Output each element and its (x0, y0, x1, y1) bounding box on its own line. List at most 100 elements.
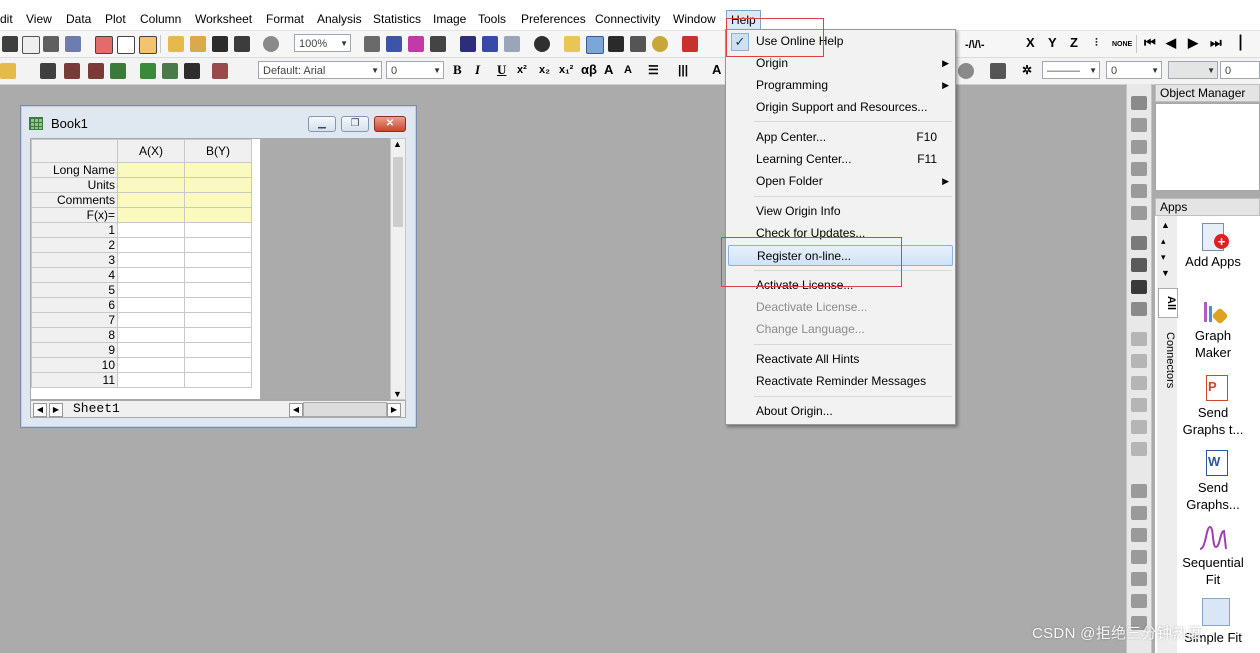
circle-tool-icon[interactable] (1131, 398, 1147, 412)
cell[interactable] (184, 222, 252, 238)
cell[interactable] (117, 342, 185, 358)
scroll-thumb[interactable] (393, 157, 403, 227)
pattern-select[interactable]: ▼ (1168, 61, 1218, 79)
next-sheet-icon[interactable]: ▶ (49, 403, 63, 417)
bold-button[interactable]: B (453, 62, 462, 78)
row-number[interactable]: 3 (31, 252, 118, 268)
fill-icon[interactable] (110, 63, 126, 79)
horizontal-scrollbar[interactable] (303, 402, 387, 417)
row-number[interactable]: 11 (31, 372, 118, 388)
vertical-scrollbar[interactable]: ▲ ▼ (390, 138, 406, 400)
row-label-comments[interactable]: Comments (31, 192, 118, 208)
script-window-icon[interactable] (630, 36, 646, 52)
app-send-graphs-ppt[interactable]: P Send Graphs t... (1177, 373, 1249, 438)
arrow-tool-icon[interactable] (1131, 354, 1147, 368)
fill-color-icon[interactable] (958, 63, 974, 79)
scroll-right-icon[interactable]: ▶ (387, 403, 401, 417)
cell[interactable] (117, 222, 185, 238)
worksheet-icon[interactable] (608, 36, 624, 52)
scroll-left-icon[interactable]: ◀ (289, 403, 303, 417)
menu-item-reactivate-hints[interactable]: Reactivate All Hints (726, 349, 955, 370)
axis-tool-icon[interactable] (1131, 162, 1147, 176)
app-add-apps[interactable]: + Add Apps (1177, 222, 1249, 270)
bug-icon[interactable]: ✲ (1022, 62, 1032, 78)
cell[interactable] (117, 327, 185, 343)
set-xy-icon[interactable] (140, 63, 156, 79)
prev-sheet-icon[interactable]: ◀ (33, 403, 47, 417)
symbol-size-select[interactable]: 0 (1220, 61, 1260, 79)
hierarchy-icon[interactable] (534, 36, 550, 52)
menu-item-support-resources[interactable]: Origin Support and Resources... (726, 97, 955, 118)
duplicate-icon[interactable] (408, 36, 424, 52)
menu-item-view-origin-info[interactable]: View Origin Info (726, 201, 955, 222)
book1-window[interactable]: Book1 ▁ ❐ ✕ A(X) B(Y) Long Name Units Co… (20, 105, 417, 428)
menu-worksheet[interactable]: Worksheet (195, 11, 252, 27)
save-project-icon[interactable] (212, 36, 228, 52)
menu-item-about-origin[interactable]: About Origin... (726, 401, 955, 422)
underline-button[interactable]: U (497, 62, 506, 78)
pointer-tool-icon[interactable] (1131, 96, 1147, 110)
menu-image[interactable]: Image (433, 11, 466, 27)
save-template-icon[interactable] (234, 36, 250, 52)
next-page-icon[interactable]: ▶ (1188, 35, 1198, 51)
palette-icon[interactable] (0, 63, 16, 79)
menu-preferences[interactable]: Preferences (521, 11, 586, 27)
open-template-icon[interactable] (190, 36, 206, 52)
waveform-icon[interactable]: -/\/\- (965, 37, 985, 53)
print-icon[interactable] (364, 36, 380, 52)
menu-item-programming[interactable]: Programming ▶ (726, 75, 955, 96)
align-icon[interactable]: ☰ (648, 62, 659, 78)
app-send-graphs-word[interactable]: W Send Graphs... (1177, 448, 1249, 513)
error-bar-icon[interactable]: ⫶ (1095, 35, 1098, 51)
cell[interactable] (184, 177, 252, 193)
italic-button[interactable]: I (475, 62, 480, 78)
scroll-down-icon[interactable]: ▼ (393, 389, 402, 399)
new-function-icon[interactable] (95, 36, 113, 54)
duplicate-sheet-icon[interactable] (212, 63, 228, 79)
menu-data[interactable]: Data (66, 11, 91, 27)
menu-item-learning-center[interactable]: Learning Center... F11 (726, 149, 955, 170)
line-style-select[interactable]: ——— ▼ (1042, 61, 1100, 79)
y-axis-glyph[interactable]: Y (1048, 35, 1057, 51)
cell[interactable] (117, 357, 185, 373)
increase-font-button[interactable]: A (604, 62, 613, 78)
row-label-long-name[interactable]: Long Name (31, 162, 118, 178)
row-number[interactable]: 1 (31, 222, 118, 238)
zoom-select[interactable]: 100% ▼ (294, 34, 351, 52)
zoom-region-icon[interactable] (586, 36, 604, 54)
copy-format-icon[interactable] (1131, 302, 1147, 316)
menu-item-reactivate-reminders[interactable]: Reactivate Reminder Messages (726, 371, 955, 392)
scroll-down-icon[interactable]: ▾ (1161, 252, 1166, 263)
row-number[interactable]: 7 (31, 312, 118, 328)
row-number[interactable]: 2 (31, 237, 118, 253)
add-column-icon[interactable] (682, 36, 698, 52)
scale-tool-icon[interactable] (1131, 140, 1147, 154)
cell[interactable] (117, 177, 185, 193)
cell[interactable] (117, 267, 185, 283)
merge-icon[interactable] (1131, 258, 1147, 272)
zoom-in-icon[interactable] (564, 36, 580, 52)
cell[interactable] (117, 207, 185, 223)
menu-tools[interactable]: Tools (478, 11, 506, 27)
cell[interactable] (117, 192, 185, 208)
cell[interactable] (184, 372, 252, 388)
app-sequential-fit[interactable]: Sequential Fit (1177, 523, 1249, 588)
film-icon[interactable] (430, 36, 446, 52)
menu-analysis[interactable]: Analysis (317, 11, 362, 27)
sheet-tab[interactable]: Sheet1 (73, 401, 120, 417)
group-tool-icon[interactable] (1131, 550, 1147, 564)
sort-icon[interactable] (88, 63, 104, 79)
scroll-up-icon[interactable]: ▲ (1161, 220, 1170, 230)
cell[interactable] (184, 297, 252, 313)
transpose-icon[interactable] (162, 63, 178, 79)
column-header[interactable]: B(Y) (184, 139, 252, 163)
z-axis-glyph[interactable]: Z (1070, 35, 1078, 51)
cell[interactable] (184, 207, 252, 223)
row-number[interactable]: 5 (31, 282, 118, 298)
scroll-down-icon[interactable]: ▼ (1161, 268, 1170, 278)
line-tool-icon[interactable] (1131, 332, 1147, 346)
menu-edit[interactable]: dit (0, 11, 13, 27)
line-width-select[interactable]: 0 ▼ (1106, 61, 1162, 79)
worksheet-grid[interactable]: A(X) B(Y) Long Name Units Comments F(x)=… (30, 138, 390, 400)
cell[interactable] (117, 282, 185, 298)
